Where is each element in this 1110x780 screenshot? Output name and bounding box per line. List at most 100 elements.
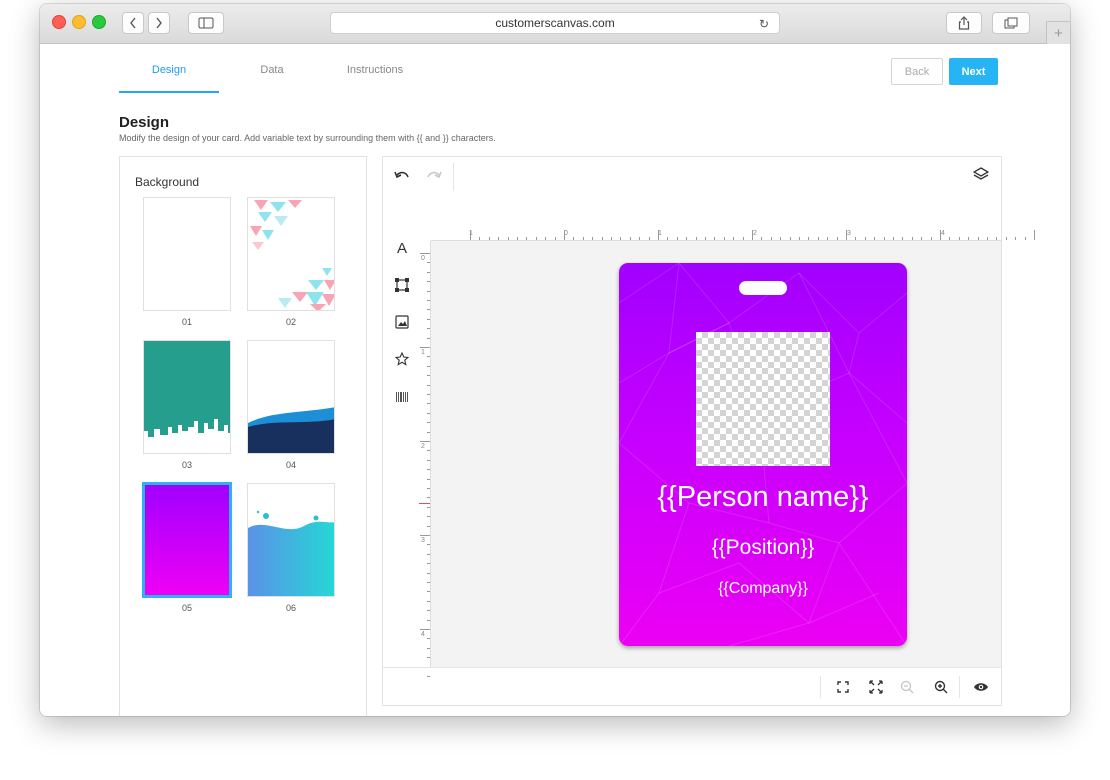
position-text[interactable]: {{Position}} — [619, 536, 907, 560]
ruler-tick — [940, 230, 941, 240]
ruler-tick — [420, 253, 430, 254]
ruler-tick — [427, 572, 430, 574]
photo-placeholder[interactable] — [696, 332, 830, 466]
ruler-tick — [705, 237, 706, 240]
ruler-h-label: 3 — [847, 230, 851, 237]
ruler-v-label: 1 — [421, 349, 425, 356]
ruler-tick — [427, 384, 430, 386]
ruler-tick — [427, 309, 430, 311]
tab-data[interactable]: Data — [222, 58, 322, 93]
background-label-06: 06 — [285, 603, 296, 613]
new-tab-icon[interactable]: + — [1046, 21, 1070, 44]
preview-icon[interactable] — [970, 676, 992, 698]
badge-card[interactable]: {{Person name}} {{Position}} {{Company}} — [619, 263, 907, 646]
ruler-tick — [864, 237, 866, 240]
ruler-tick — [535, 237, 537, 240]
ruler-tick — [996, 237, 998, 240]
ruler-tick — [427, 478, 430, 480]
ruler-tick — [742, 237, 744, 240]
barcode-tool-icon[interactable] — [391, 386, 413, 408]
ruler-tick — [420, 441, 430, 442]
background-thumb-03[interactable] — [143, 340, 231, 454]
text-tool-icon[interactable]: A — [391, 237, 413, 259]
background-thumb-02[interactable] — [247, 197, 335, 311]
ruler-tick — [427, 516, 430, 518]
ruler-tick — [902, 237, 904, 240]
person-name-text[interactable]: {{Person name}} — [619, 481, 907, 514]
fit-to-width-icon[interactable] — [865, 676, 887, 698]
ruler-tick — [1024, 237, 1026, 240]
ruler-tick — [582, 237, 584, 240]
page-subtitle: Modify the design of your card. Add vari… — [119, 133, 496, 143]
ruler-tick — [714, 237, 716, 240]
ruler-tick — [921, 237, 923, 240]
ruler-tick — [427, 619, 430, 621]
ruler-tick — [427, 657, 430, 659]
ruler-tick — [977, 237, 979, 240]
ruler-tick — [427, 375, 430, 377]
ruler-tick — [761, 237, 763, 240]
shape-tool-icon[interactable] — [391, 274, 413, 296]
background-thumb-04[interactable] — [247, 340, 335, 454]
ruler-tick — [427, 600, 430, 602]
sidebar-toggle-button[interactable] — [188, 12, 224, 34]
ruler-tick — [817, 237, 819, 240]
ruler-tick — [427, 459, 430, 461]
background-thumb-06[interactable] — [247, 483, 335, 597]
ruler-tick — [648, 237, 650, 240]
ruler-tick — [808, 237, 810, 240]
ruler-tick — [427, 262, 430, 264]
tab-instructions[interactable]: Instructions — [325, 58, 425, 93]
image-tool-icon[interactable] — [391, 311, 413, 333]
ruler-tick — [498, 237, 500, 240]
zoom-in-icon[interactable] — [930, 676, 952, 698]
ruler-tick — [427, 318, 430, 320]
redo-icon[interactable] — [423, 165, 445, 187]
ruler-tick — [658, 230, 659, 240]
background-label-01: 01 — [181, 317, 192, 327]
ruler-tick — [427, 563, 430, 565]
fit-to-screen-icon[interactable] — [832, 676, 854, 698]
close-window-button[interactable] — [52, 15, 66, 29]
design-editor: A 1 0 1 2 3 4 0 — [382, 156, 1035, 706]
back-nav-button[interactable] — [122, 12, 144, 34]
ruler-tick — [911, 237, 913, 240]
background-thumb-01[interactable] — [143, 197, 231, 311]
ruler-tick — [987, 237, 988, 240]
background-heading: Background — [135, 175, 200, 189]
browser-titlebar: customerscanvas.com ↻ + — [40, 4, 1070, 44]
minimize-window-button[interactable] — [72, 15, 86, 29]
tab-design[interactable]: Design — [119, 58, 219, 93]
ruler-tick — [639, 237, 641, 240]
forward-nav-button[interactable] — [148, 12, 170, 34]
triangles-pattern — [250, 200, 334, 310]
ruler-v-label: 0 — [421, 255, 425, 262]
design-canvas[interactable]: {{Person name}} {{Position}} {{Company}} — [431, 241, 1001, 667]
layers-icon[interactable] — [970, 163, 992, 185]
url-text: customerscanvas.com — [495, 16, 615, 30]
tabs-overview-button[interactable] — [992, 12, 1030, 34]
maximize-window-button[interactable] — [92, 15, 106, 29]
ruler-tick — [846, 230, 847, 240]
lanyard-slot — [739, 281, 787, 295]
ruler-tick — [427, 450, 430, 452]
page-content: Design Data Instructions Back Next Desig… — [40, 44, 1070, 716]
ruler-tick — [488, 237, 490, 240]
browser-window: customerscanvas.com ↻ + Design Data Inst… — [40, 4, 1070, 716]
address-bar[interactable]: customerscanvas.com ↻ — [330, 12, 780, 34]
ruler-tick — [723, 237, 725, 240]
undo-icon[interactable] — [391, 165, 413, 187]
clipart-tool-icon[interactable] — [391, 348, 413, 370]
ruler-tick — [667, 237, 669, 240]
next-button[interactable]: Next — [949, 58, 998, 85]
share-button[interactable] — [946, 12, 982, 34]
background-thumb-05[interactable] — [142, 482, 232, 598]
ruler-tick — [427, 281, 430, 283]
ruler-tick — [601, 237, 603, 240]
back-button[interactable]: Back — [891, 58, 943, 85]
reload-icon[interactable]: ↻ — [759, 17, 769, 31]
ruler-tick — [420, 629, 430, 630]
zoom-out-icon[interactable] — [896, 676, 918, 698]
company-text[interactable]: {{Company}} — [619, 580, 907, 598]
ruler-tick — [1005, 237, 1007, 240]
